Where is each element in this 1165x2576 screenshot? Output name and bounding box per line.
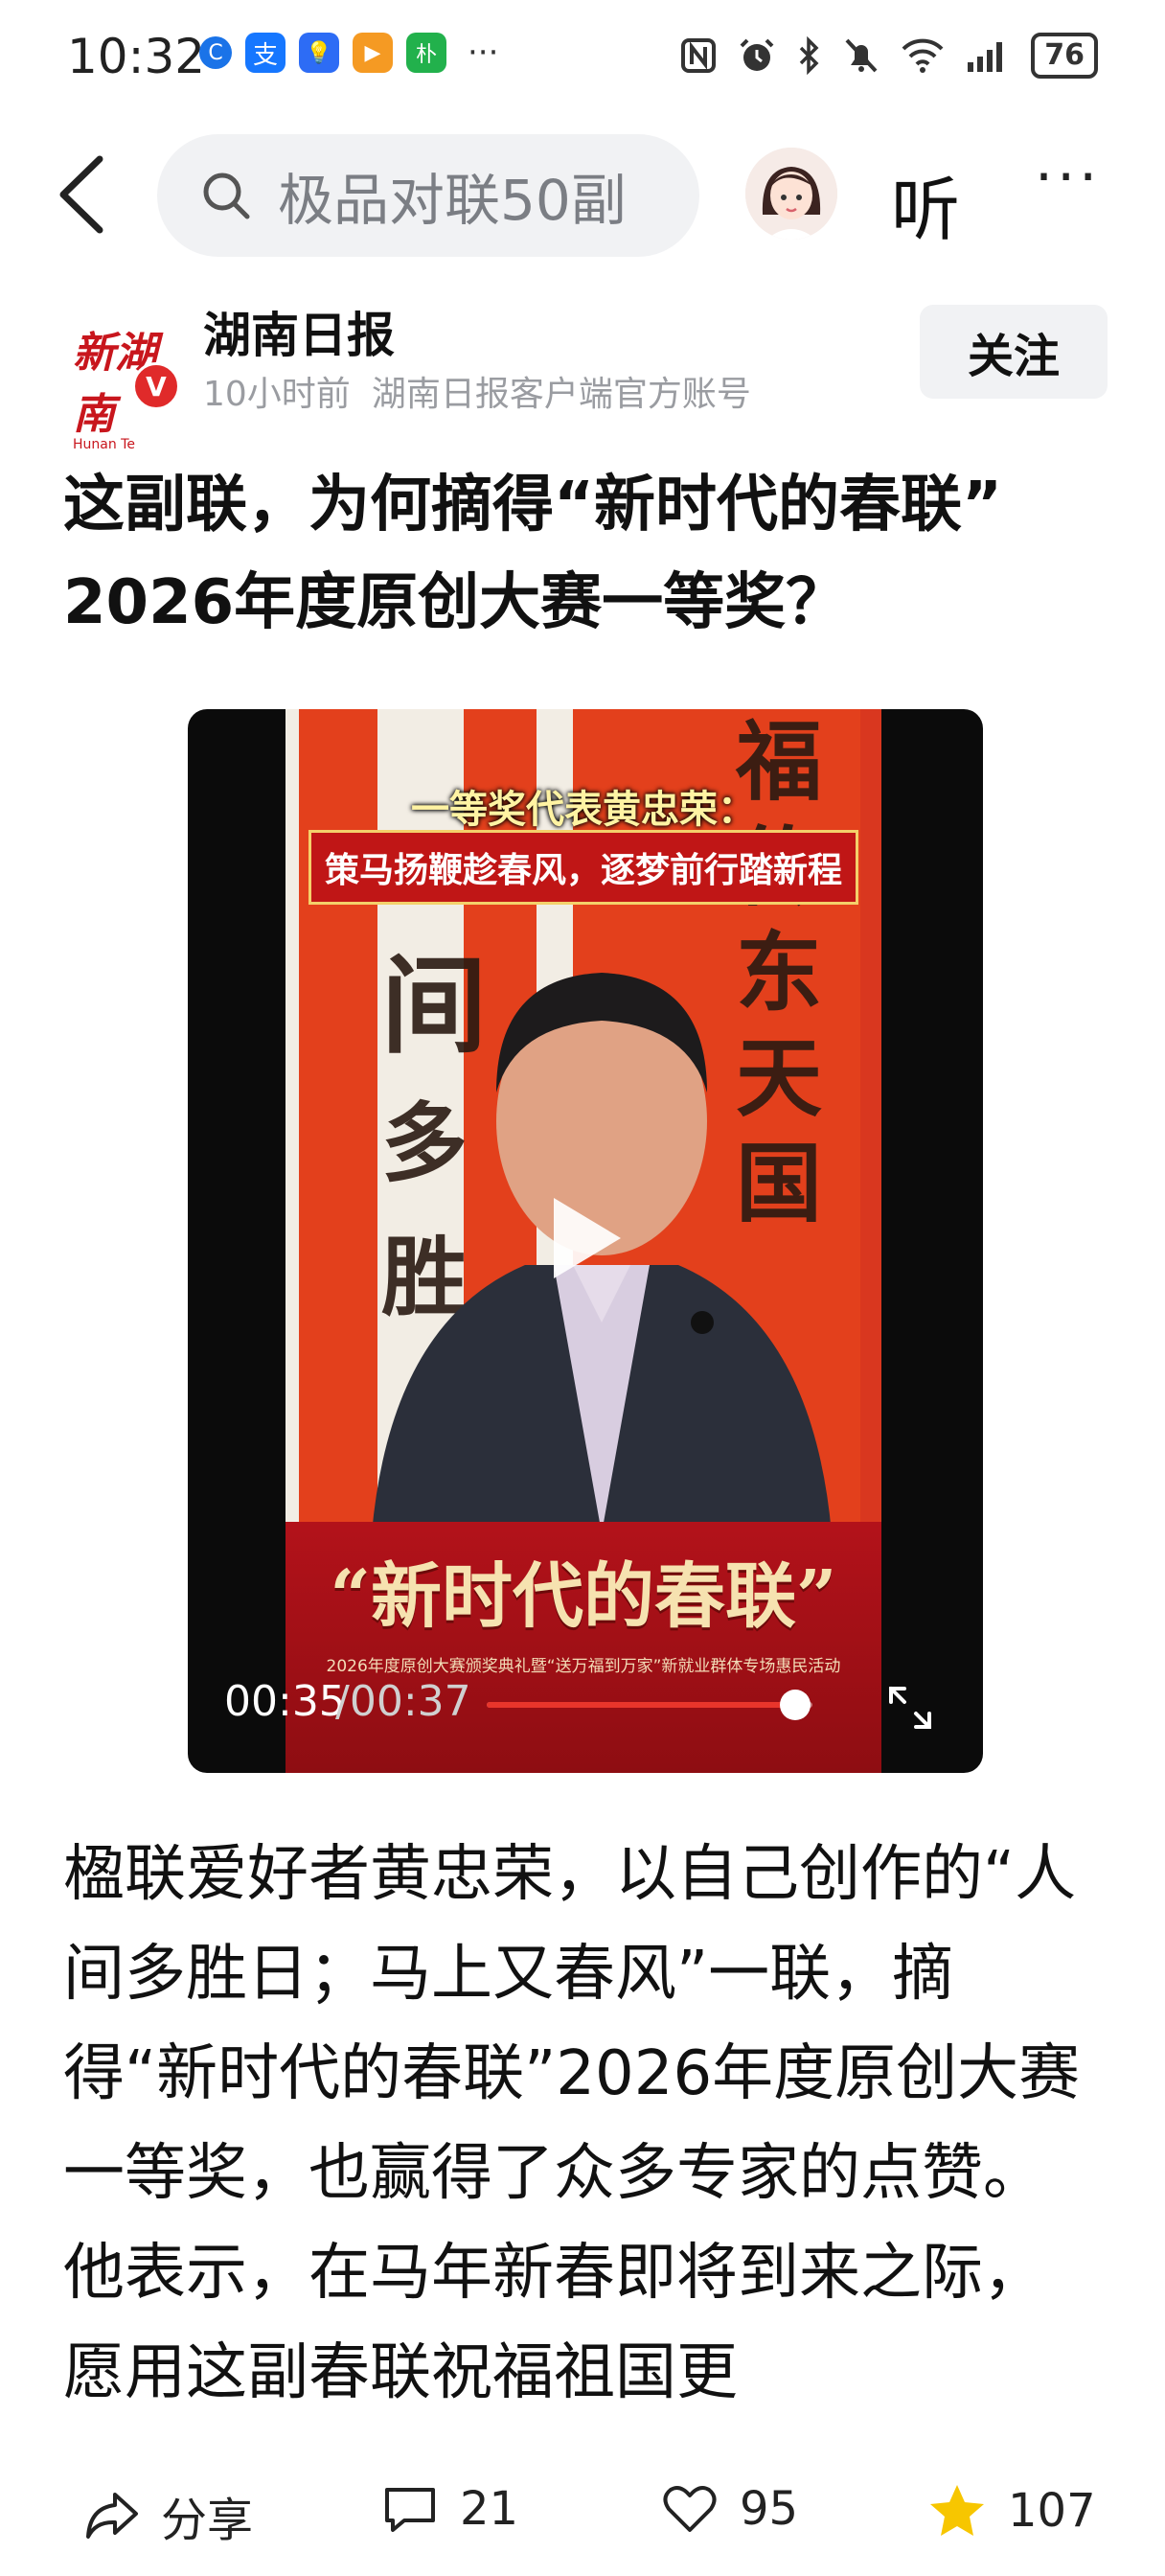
publisher-description: 湖南日报客户端官方账号 <box>371 375 751 414</box>
wifi-icon <box>902 38 944 73</box>
star-icon <box>930 2485 984 2536</box>
comment-button[interactable]: 21 <box>381 2482 518 2536</box>
back-arrow-icon[interactable] <box>54 151 111 238</box>
user-avatar[interactable] <box>745 148 837 240</box>
heart-icon <box>663 2486 717 2532</box>
article-body: 楹联爱好者黄忠荣，以自己创作的“人间多胜日；马上又春风”一联，摘得“新时代的春联… <box>63 1839 1081 2408</box>
video-progress-fill <box>487 1702 795 1708</box>
clock: 10:32 <box>67 29 206 84</box>
share-label: 分享 <box>161 2494 254 2547</box>
video-brand-subtitle: 2026年度原创大赛颁奖典礼暨“送万福到万家”新就业群体专场惠民活动 <box>326 1657 841 1676</box>
video-progress-bar[interactable] <box>487 1690 812 1720</box>
video-player[interactable]: 间 多 胜 福传东天国 一等奖代表黄忠荣： 策马扬鞭趁春风，逐梦前行踏新程 “新… <box>188 709 983 1773</box>
more-options-button[interactable]: ··· <box>1035 144 1101 211</box>
share-icon <box>86 2493 138 2539</box>
bottom-action-bar: 分享 21 95 107 <box>0 2453 1165 2576</box>
signal-icon <box>968 42 1003 72</box>
article-title: 这副联，为何摘得“新时代的春联” 2026年度原创大赛一等奖？ <box>63 456 1108 652</box>
comment-icon <box>385 2488 435 2532</box>
status-bar: 10:32 C 支 💡 ▶ 朴 ··· 76 <box>0 0 1165 115</box>
article-title-line1: 这副联，为何摘得“新时代的春联” <box>63 470 1003 540</box>
fullscreen-icon[interactable] <box>885 1683 935 1733</box>
video-total-time: /00:37 <box>335 1677 471 1726</box>
follow-button[interactable]: 关注 <box>920 305 1108 399</box>
logo-subtext: Hunan Te <box>73 437 135 452</box>
system-icons: 76 <box>680 33 1098 79</box>
app-blue-c-icon: C <box>199 36 232 69</box>
favorite-button[interactable]: 107 <box>927 2482 1096 2540</box>
post-time: 10小时前 <box>203 375 351 414</box>
share-button[interactable]: 分享 <box>82 2482 253 2549</box>
notification-app-icons: C 支 💡 ▶ 朴 ··· <box>199 33 498 73</box>
listen-button[interactable]: 听 <box>891 153 960 254</box>
favorite-count: 107 <box>1008 2484 1096 2538</box>
bluetooth-icon <box>800 36 819 75</box>
video-caption-line2: 策马扬鞭趁春风，逐梦前行踏新程 <box>308 830 858 905</box>
alipay-icon: 支 <box>245 33 286 73</box>
publisher-name[interactable]: 湖南日报 <box>203 297 395 366</box>
alarm-icon <box>740 38 774 71</box>
search-query: 极品对联50副 <box>278 168 627 233</box>
video-caption-line1: 一等奖代表黄忠荣： <box>411 788 756 832</box>
mute-bell-icon <box>845 38 878 73</box>
comment-count: 21 <box>460 2482 519 2536</box>
more-notifications-icon: ··· <box>468 34 499 72</box>
verified-badge-icon: V <box>132 362 180 410</box>
green-app-icon: 朴 <box>406 33 446 73</box>
article-title-line2: 2026年度原创大赛一等奖？ <box>63 567 848 638</box>
publisher-meta: 10小时前 湖南日报客户端官方账号 <box>203 366 751 416</box>
nfc-icon <box>681 38 717 73</box>
video-current-time: 00:35 <box>224 1677 346 1726</box>
battery-indicator: 76 <box>1031 33 1098 79</box>
avatar-illustration-icon <box>745 148 837 240</box>
bulb-app-icon: 💡 <box>299 33 339 73</box>
play-icon[interactable] <box>554 1198 621 1278</box>
search-bar[interactable]: 极品对联50副 <box>157 134 699 257</box>
video-brand-title: “新时代的春联” <box>330 1555 837 1638</box>
search-icon <box>203 172 250 219</box>
like-button[interactable]: 95 <box>661 2482 798 2536</box>
orange-play-app-icon: ▶ <box>353 33 393 73</box>
video-progress-knob[interactable] <box>779 1690 811 1720</box>
like-count: 95 <box>740 2482 799 2536</box>
